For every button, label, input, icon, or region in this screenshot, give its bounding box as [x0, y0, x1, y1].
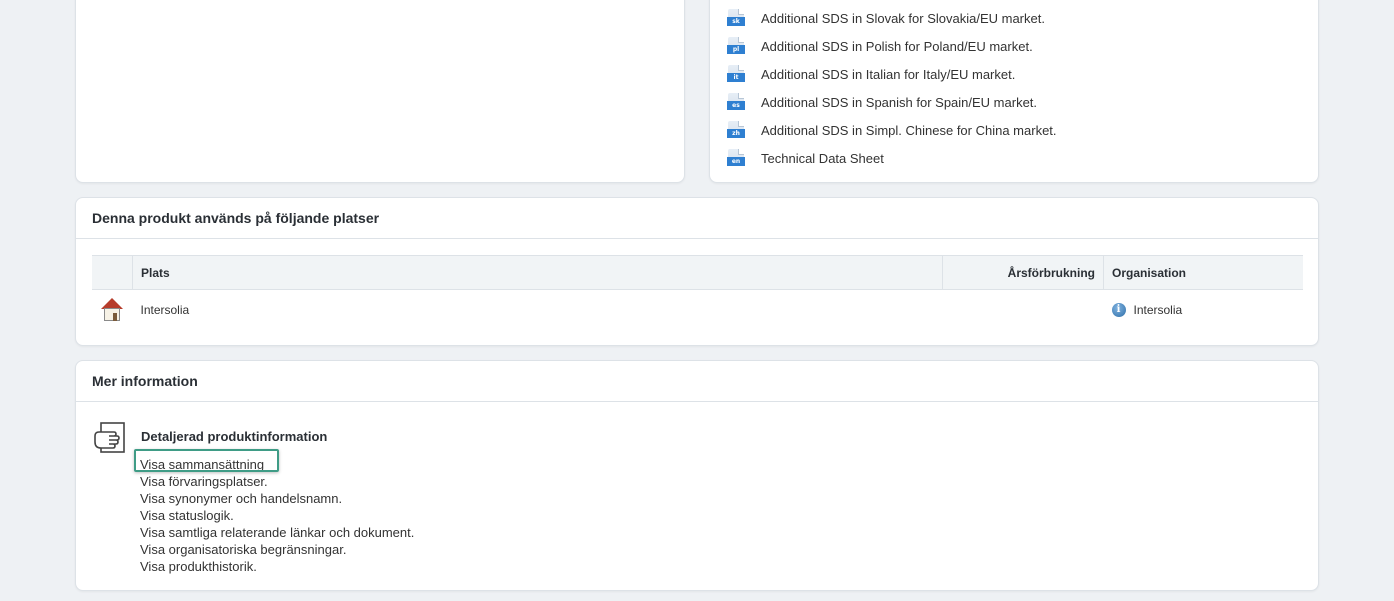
link-org-restrictions[interactable]: Visa organisatoriska begränsningar. — [140, 541, 414, 558]
document-hand-icon — [94, 422, 125, 453]
document-link-it[interactable]: it Additional SDS in Italian for Italy/E… — [727, 60, 1057, 88]
document-label[interactable]: Additional SDS in Spanish for Spain/EU m… — [761, 95, 1037, 110]
link-composition[interactable]: Visa sammansättning — [134, 449, 414, 473]
link-product-history[interactable]: Visa produkthistorik. — [140, 558, 414, 575]
house-icon — [100, 298, 124, 322]
table-row: Intersolia i Intersolia — [92, 290, 1303, 331]
more-info-panel: Mer information Detaljerad produktinform… — [75, 360, 1319, 591]
link-related-documents[interactable]: Visa samtliga relaterande länkar och dok… — [140, 524, 414, 541]
info-icon[interactable]: i — [1111, 303, 1126, 318]
document-link-sk[interactable]: sk Additional SDS in Slovak for Slovakia… — [727, 4, 1057, 32]
focus-highlight — [134, 449, 279, 472]
document-es-icon: es — [727, 93, 745, 111]
column-header-place[interactable]: Plats — [132, 255, 943, 290]
document-link-zh[interactable]: zh Additional SDS in Simpl. Chinese for … — [727, 116, 1057, 144]
documents-panel: sk Additional SDS in Slovak for Slovakia… — [709, 0, 1319, 183]
document-link-pl[interactable]: pl Additional SDS in Polish for Poland/E… — [727, 32, 1057, 60]
column-header-annual-use[interactable]: Årsförbrukning — [942, 255, 1104, 290]
document-en-icon: en — [727, 149, 745, 167]
document-label[interactable]: Additional SDS in Italian for Italy/EU m… — [761, 67, 1015, 82]
document-label[interactable]: Additional SDS in Polish for Poland/EU m… — [761, 39, 1033, 54]
document-pl-icon: pl — [727, 37, 745, 55]
document-sk-icon: sk — [727, 9, 745, 27]
link-synonyms[interactable]: Visa synonymer och handelsnamn. — [140, 490, 414, 507]
place-cell[interactable]: Intersolia — [133, 290, 943, 331]
info-links-list: Visa sammansättning Visa förvaringsplats… — [134, 449, 414, 575]
documents-list: sk Additional SDS in Slovak for Slovakia… — [727, 4, 1057, 172]
usage-table: Plats Årsförbrukning Organisation Inters… — [92, 255, 1303, 330]
organisation-name: Intersolia — [1133, 302, 1183, 317]
organisation-cell: i Intersolia — [1104, 290, 1304, 331]
more-info-title: Mer information — [76, 361, 1318, 402]
document-label[interactable]: Additional SDS in Simpl. Chinese for Chi… — [761, 123, 1057, 138]
document-link-es[interactable]: es Additional SDS in Spanish for Spain/E… — [727, 88, 1057, 116]
usage-panel-title: Denna produkt används på följande platse… — [76, 198, 1318, 239]
document-label[interactable]: Additional SDS in Slovak for Slovakia/EU… — [761, 11, 1045, 26]
document-it-icon: it — [727, 65, 745, 83]
document-label[interactable]: Technical Data Sheet — [761, 151, 884, 166]
usage-panel: Denna produkt används på följande platse… — [75, 197, 1319, 346]
row-icon-cell — [92, 290, 133, 331]
document-zh-icon: zh — [727, 121, 745, 139]
link-storage-places[interactable]: Visa förvaringsplatser. — [140, 473, 414, 490]
icon-column-header — [92, 255, 133, 290]
document-link-en[interactable]: en Technical Data Sheet — [727, 144, 1057, 172]
column-header-organisation[interactable]: Organisation — [1103, 255, 1303, 290]
annual-use-cell — [943, 290, 1104, 331]
section-title: Detaljerad produktinformation — [141, 429, 328, 444]
empty-panel — [75, 0, 685, 183]
link-status-logic[interactable]: Visa statuslogik. — [140, 507, 414, 524]
